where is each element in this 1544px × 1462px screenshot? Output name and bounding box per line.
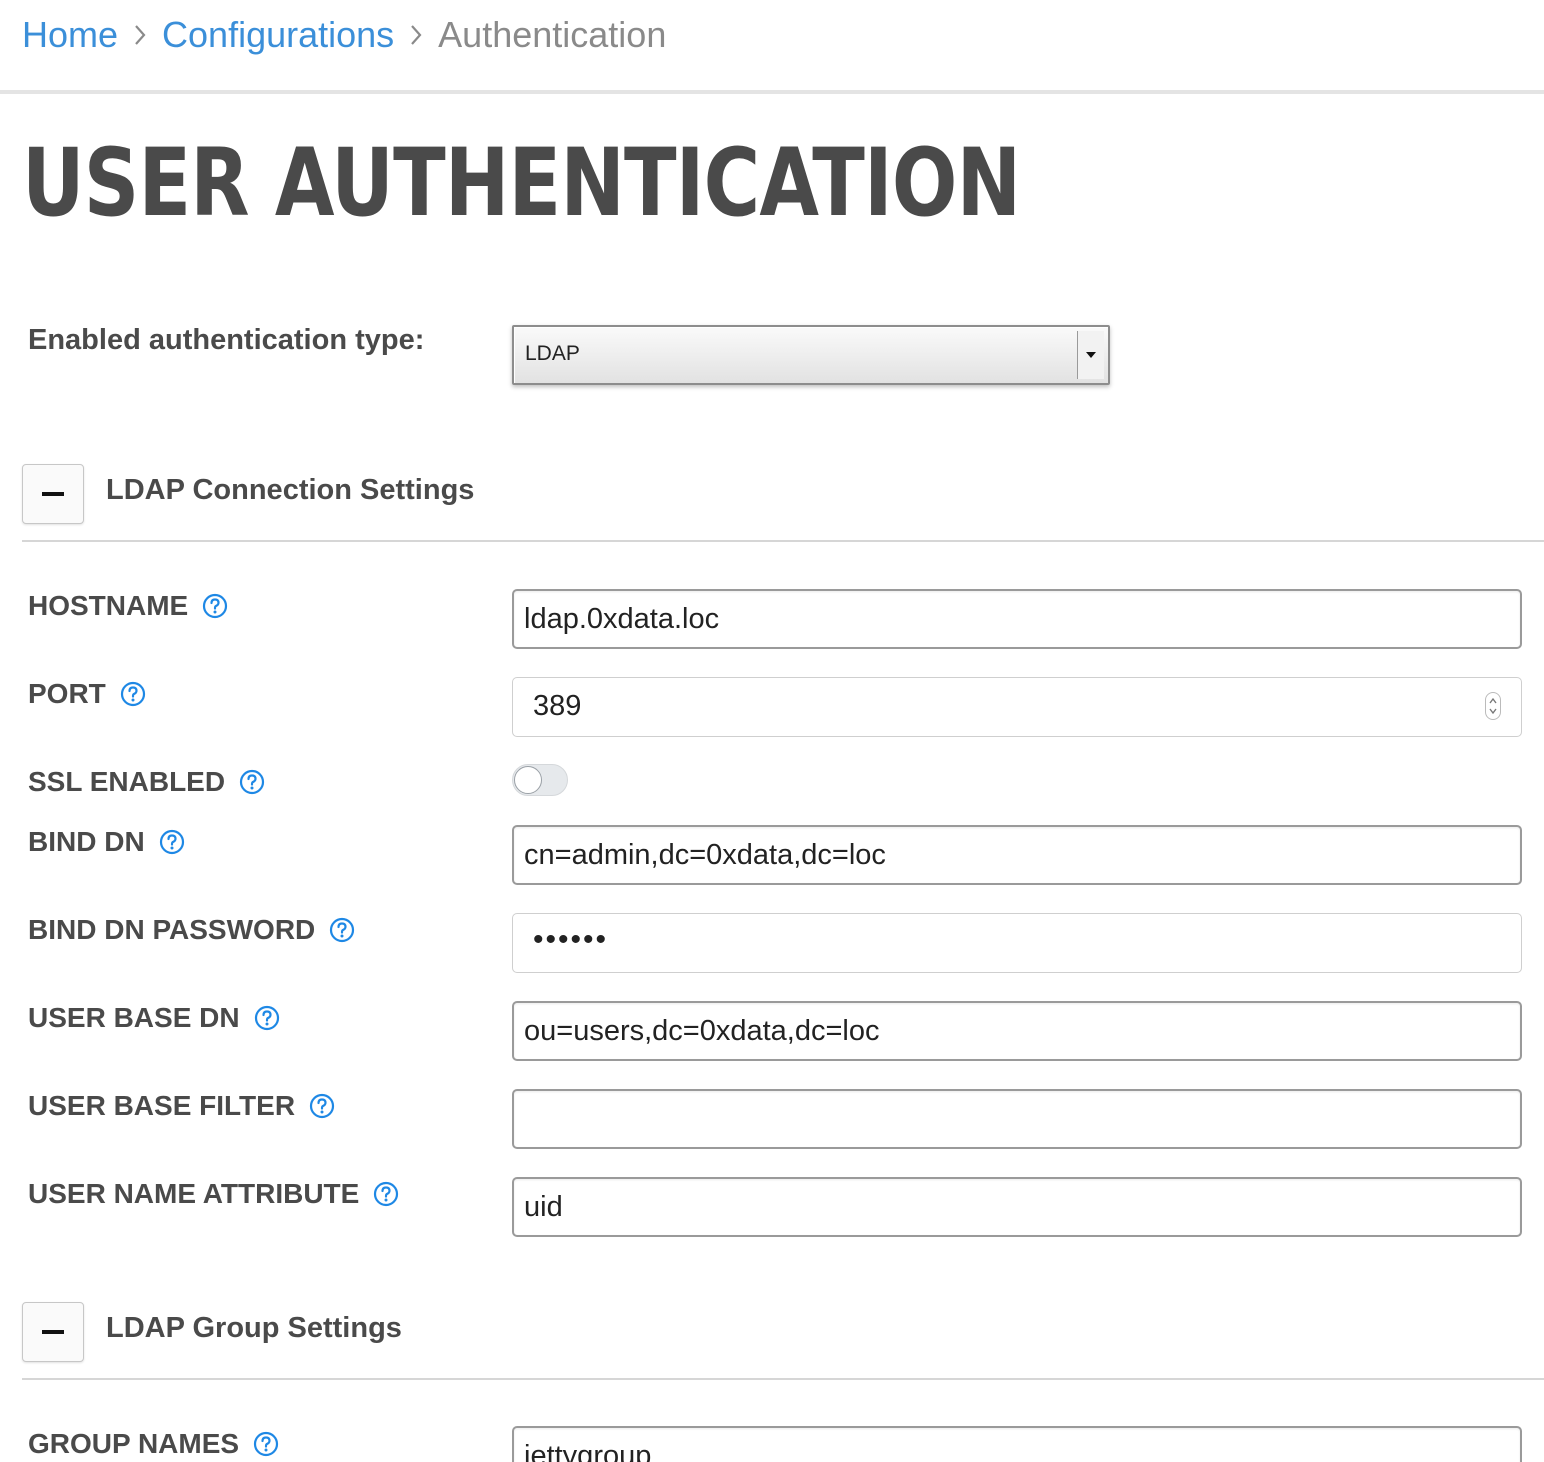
hostname-label: HOSTNAME — [28, 590, 228, 622]
auth-type-selected-value: LDAP — [525, 342, 580, 365]
hostname-label-text: HOSTNAME — [28, 590, 189, 621]
port-number-input[interactable]: 389 — [512, 677, 1522, 737]
bind-dn-password-label: BIND DN PASSWORD — [28, 914, 355, 946]
ssl-enabled-label-text: SSL ENABLED — [28, 766, 226, 797]
number-spinner-icon[interactable] — [1485, 692, 1501, 720]
minus-icon — [42, 492, 64, 496]
ssl-enabled-toggle[interactable] — [512, 764, 568, 796]
port-label: PORT — [28, 678, 146, 710]
group-names-input[interactable]: jettygroup — [512, 1426, 1522, 1462]
chevron-right-icon — [118, 23, 162, 47]
page: Home Configurations Authentication USER … — [0, 0, 1544, 1462]
question-circle-icon[interactable] — [202, 593, 228, 619]
user-name-attribute-input[interactable]: uid — [512, 1177, 1522, 1237]
user-base-dn-label-text: USER BASE DN — [28, 1002, 240, 1033]
group-section-title: LDAP Group Settings — [106, 1312, 402, 1344]
group-collapse-button[interactable] — [22, 1302, 84, 1362]
minus-icon — [42, 1330, 64, 1334]
group-names-label-text: GROUP NAMES — [28, 1428, 240, 1459]
caret-down-icon[interactable] — [1077, 331, 1104, 379]
auth-type-select[interactable]: LDAP — [512, 325, 1110, 385]
header-divider — [0, 90, 1544, 94]
chevron-right-icon — [394, 23, 438, 47]
group-section-divider — [22, 1378, 1544, 1380]
group-names-label: GROUP NAMES — [28, 1428, 279, 1460]
question-circle-icon[interactable] — [373, 1181, 399, 1207]
user-base-filter-label-text: USER BASE FILTER — [28, 1090, 296, 1121]
user-name-attribute-label: USER NAME ATTRIBUTE — [28, 1178, 399, 1210]
question-circle-icon[interactable] — [253, 1431, 279, 1457]
user-base-dn-label: USER BASE DN — [28, 1002, 280, 1034]
user-base-dn-input[interactable]: ou=users,dc=0xdata,dc=loc — [512, 1001, 1522, 1061]
page-title: USER AUTHENTICATION — [22, 129, 1021, 238]
breadcrumb-current: Authentication — [438, 14, 667, 55]
question-circle-icon[interactable] — [159, 829, 185, 855]
connection-section-title: LDAP Connection Settings — [106, 474, 475, 506]
bind-dn-password-label-text: BIND DN PASSWORD — [28, 914, 316, 945]
connection-section-divider — [22, 540, 1544, 542]
port-value: 389 — [533, 690, 582, 722]
question-circle-icon[interactable] — [309, 1093, 335, 1119]
password-masked-value: •••••• — [533, 923, 609, 956]
user-name-attribute-label-text: USER NAME ATTRIBUTE — [28, 1178, 360, 1209]
breadcrumb: Home Configurations Authentication — [22, 10, 666, 60]
bind-dn-password-input[interactable]: •••••• — [512, 913, 1522, 973]
bind-dn-label: BIND DN — [28, 826, 185, 858]
user-base-filter-label: USER BASE FILTER — [28, 1090, 335, 1122]
bind-dn-label-text: BIND DN — [28, 826, 145, 857]
question-circle-icon[interactable] — [329, 917, 355, 943]
breadcrumb-home-link[interactable]: Home — [22, 14, 118, 56]
breadcrumb-configurations-link[interactable]: Configurations — [162, 14, 394, 56]
port-label-text: PORT — [28, 678, 106, 709]
connection-collapse-button[interactable] — [22, 464, 84, 524]
auth-type-label: Enabled authentication type: — [28, 324, 425, 356]
user-base-filter-input[interactable] — [512, 1089, 1522, 1149]
toggle-knob — [514, 766, 542, 794]
question-circle-icon[interactable] — [239, 769, 265, 795]
question-circle-icon[interactable] — [120, 681, 146, 707]
ssl-enabled-label: SSL ENABLED — [28, 766, 265, 798]
hostname-input[interactable]: ldap.0xdata.loc — [512, 589, 1522, 649]
question-circle-icon[interactable] — [254, 1005, 280, 1031]
bind-dn-input[interactable]: cn=admin,dc=0xdata,dc=loc — [512, 825, 1522, 885]
